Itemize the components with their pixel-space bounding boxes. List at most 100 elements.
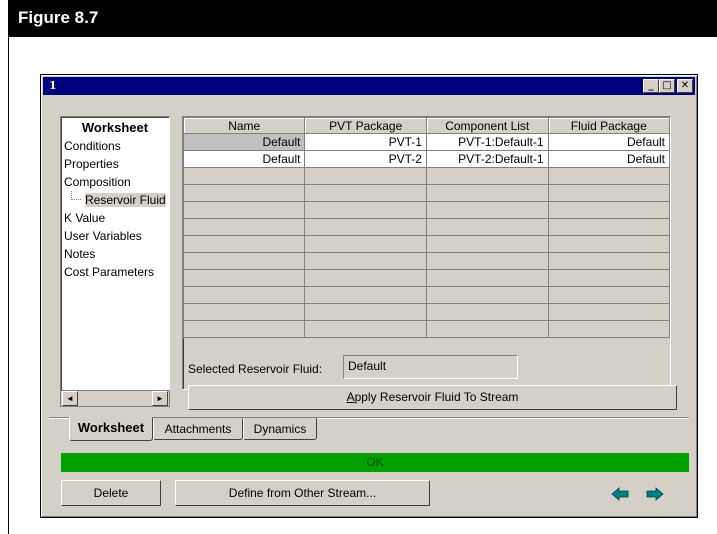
empty-cell[interactable] bbox=[547, 201, 670, 219]
empty-cell[interactable] bbox=[183, 303, 306, 321]
empty-row[interactable] bbox=[183, 252, 670, 270]
sidebar-item[interactable]: Conditions bbox=[61, 137, 169, 155]
sidebar-item[interactable]: Reservoir Fluid bbox=[61, 191, 169, 209]
tab-attachments[interactable]: Attachments bbox=[153, 418, 243, 440]
empty-cell[interactable] bbox=[183, 184, 306, 202]
empty-cell[interactable] bbox=[547, 167, 670, 185]
empty-cell[interactable] bbox=[547, 320, 670, 338]
empty-cell[interactable] bbox=[425, 167, 549, 185]
empty-row[interactable] bbox=[183, 269, 670, 287]
column-header[interactable]: Name bbox=[183, 117, 306, 134]
table-cell[interactable]: PVT-1:Default-1 bbox=[425, 133, 549, 151]
empty-cell[interactable] bbox=[304, 286, 427, 304]
empty-cell[interactable] bbox=[304, 303, 427, 321]
empty-row[interactable] bbox=[183, 320, 670, 338]
empty-cell[interactable] bbox=[183, 252, 306, 270]
empty-cell[interactable] bbox=[183, 201, 306, 219]
empty-cell[interactable] bbox=[425, 303, 549, 321]
sidebar-item-label: Notes bbox=[64, 247, 96, 261]
table-row[interactable]: Default PVT-2 PVT-2:Default-1 Default bbox=[183, 150, 670, 168]
right-arrow-icon[interactable] bbox=[646, 487, 664, 501]
empty-cell[interactable] bbox=[547, 218, 670, 236]
empty-cell[interactable] bbox=[425, 184, 549, 202]
empty-cell[interactable] bbox=[304, 201, 427, 219]
column-header[interactable]: PVT Package bbox=[304, 117, 427, 134]
empty-row[interactable] bbox=[183, 201, 670, 219]
empty-cell[interactable] bbox=[304, 235, 427, 253]
left-arrow-icon[interactable] bbox=[611, 487, 629, 501]
empty-cell[interactable] bbox=[304, 167, 427, 185]
empty-cell[interactable] bbox=[547, 235, 670, 253]
define-from-other-stream-button[interactable]: Define from Other Stream... bbox=[175, 480, 430, 506]
empty-cell[interactable] bbox=[183, 286, 306, 304]
empty-cell[interactable] bbox=[425, 201, 549, 219]
column-header[interactable]: Component List bbox=[425, 117, 549, 134]
page-rule bbox=[8, 37, 9, 534]
empty-cell[interactable] bbox=[183, 167, 306, 185]
scroll-right-button[interactable]: ► bbox=[152, 391, 168, 406]
empty-cell[interactable] bbox=[547, 303, 670, 321]
empty-cell[interactable] bbox=[183, 235, 306, 253]
maximize-button[interactable]: □ bbox=[659, 79, 675, 93]
empty-cell[interactable] bbox=[304, 252, 427, 270]
sidebar-item[interactable]: Notes bbox=[61, 245, 169, 263]
figure-title: Figure 8.7 bbox=[18, 8, 99, 27]
delete-button[interactable]: Delete bbox=[61, 480, 161, 506]
scroll-left-button[interactable]: ◄ bbox=[62, 391, 78, 406]
table-row[interactable]: Default PVT-1 PVT-1:Default-1 Default bbox=[183, 133, 670, 151]
window-titlebar[interactable]: 1 _ □ ✕ bbox=[43, 77, 695, 95]
empty-row[interactable] bbox=[183, 167, 670, 185]
window-title: 1 bbox=[49, 79, 57, 92]
table-cell[interactable]: Default bbox=[183, 133, 306, 151]
empty-row[interactable] bbox=[183, 286, 670, 304]
empty-cell[interactable] bbox=[304, 320, 427, 338]
sidebar-item-label: K Value bbox=[64, 211, 106, 225]
empty-cell[interactable] bbox=[183, 320, 306, 338]
page-list-title: Worksheet bbox=[81, 120, 149, 135]
empty-row[interactable] bbox=[183, 218, 670, 236]
empty-cell[interactable] bbox=[304, 218, 427, 236]
tab-worksheet[interactable]: Worksheet bbox=[69, 417, 153, 441]
empty-cell[interactable] bbox=[425, 320, 549, 338]
empty-cell[interactable] bbox=[183, 269, 306, 287]
reservoir-fluid-grid: Name PVT Package Component List Fluid Packa… bbox=[182, 116, 671, 390]
empty-cell[interactable] bbox=[304, 269, 427, 287]
sidebar-item[interactable]: Cost Parameters bbox=[61, 263, 169, 281]
stream-window: 1 _ □ ✕ Worksheet Conditions Properties Co… bbox=[40, 74, 698, 518]
table-cell[interactable]: Default bbox=[547, 150, 670, 168]
selected-fluid-field[interactable]: Default bbox=[343, 355, 518, 379]
sidebar-item-label: Conditions bbox=[64, 139, 121, 153]
empty-cell[interactable] bbox=[304, 184, 427, 202]
table-cell[interactable]: Default bbox=[183, 150, 306, 168]
table-cell[interactable]: PVT-1 bbox=[304, 133, 427, 151]
table-cell[interactable]: Default bbox=[547, 133, 670, 151]
empty-cell[interactable] bbox=[425, 252, 549, 270]
empty-cell[interactable] bbox=[425, 286, 549, 304]
empty-row[interactable] bbox=[183, 184, 670, 202]
sidebar-item[interactable]: Properties bbox=[61, 155, 169, 173]
column-header[interactable]: Fluid Package bbox=[547, 117, 670, 134]
selected-fluid-label: Selected Reservoir Fluid: bbox=[188, 362, 323, 376]
empty-cell[interactable] bbox=[425, 218, 549, 236]
empty-cell[interactable] bbox=[547, 252, 670, 270]
empty-row[interactable] bbox=[183, 235, 670, 253]
sidebar-item[interactable]: User Variables bbox=[61, 227, 169, 245]
empty-cell[interactable] bbox=[547, 286, 670, 304]
sidebar-item[interactable]: Composition bbox=[61, 173, 169, 191]
table-cell[interactable]: PVT-2 bbox=[304, 150, 427, 168]
empty-cell[interactable] bbox=[547, 269, 670, 287]
sidebar-item[interactable]: K Value bbox=[61, 209, 169, 227]
page-list-scrollbar[interactable]: ◄ ► bbox=[60, 390, 170, 407]
tab-dynamics[interactable]: Dynamics bbox=[243, 418, 317, 440]
apply-reservoir-fluid-button[interactable]: Apply Reservoir Fluid To Stream bbox=[188, 385, 677, 410]
minimize-button[interactable]: _ bbox=[643, 79, 659, 93]
close-button[interactable]: ✕ bbox=[677, 79, 693, 93]
table-cell[interactable]: PVT-2:Default-1 bbox=[425, 150, 549, 168]
status-bar: OK bbox=[61, 453, 689, 472]
empty-row[interactable] bbox=[183, 303, 670, 321]
empty-cell[interactable] bbox=[425, 235, 549, 253]
empty-cell[interactable] bbox=[183, 218, 306, 236]
empty-cell[interactable] bbox=[547, 184, 670, 202]
page-list: Worksheet Conditions Properties Compositio… bbox=[60, 116, 170, 405]
empty-cell[interactable] bbox=[425, 269, 549, 287]
